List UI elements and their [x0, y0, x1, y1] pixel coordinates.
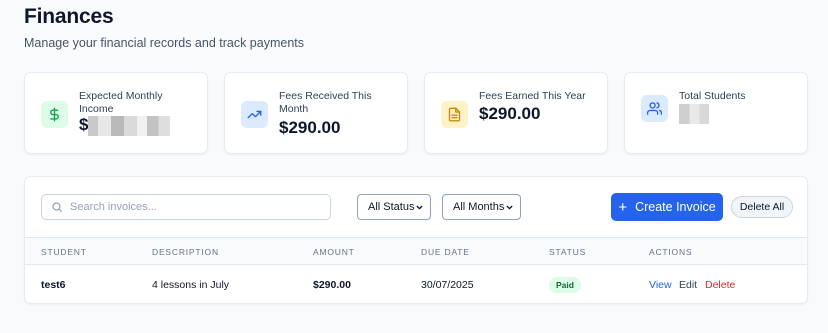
stat-card-fees-received-month: Fees Received This Month $290.00 — [224, 72, 408, 154]
column-header-description: DESCRIPTION — [152, 247, 219, 257]
stat-value-prefix: $ — [79, 115, 89, 134]
redacted-value — [88, 115, 171, 136]
cell-description: 4 lessons in July — [152, 279, 230, 291]
stat-card-fees-earned-year: Fees Earned This Year $290.00 — [424, 72, 608, 154]
status-filter-value: All Status — [368, 201, 415, 213]
column-header-due-date: DUE DATE — [421, 247, 470, 257]
table-row: test6 4 lessons in July $290.00 30/07/20… — [25, 265, 807, 303]
view-link[interactable]: View — [649, 279, 672, 291]
cell-student: test6 — [41, 279, 66, 291]
page-subtitle: Manage your financial records and track … — [24, 36, 305, 50]
stat-value: $290.00 — [479, 104, 541, 123]
stat-value: $ — [79, 115, 171, 136]
cell-due-date: 30/07/2025 — [421, 279, 474, 291]
edit-link[interactable]: Edit — [679, 279, 697, 291]
chevron-down-icon — [505, 203, 514, 212]
search-box[interactable] — [41, 194, 331, 220]
stat-label: Total Students — [679, 90, 746, 102]
dollar-icon — [41, 101, 68, 128]
stat-value: $290.00 — [279, 118, 341, 137]
document-icon — [441, 101, 468, 128]
users-icon — [641, 95, 668, 122]
column-header-actions: ACTIONS — [649, 247, 693, 257]
redacted-value — [679, 104, 709, 124]
create-invoice-button[interactable]: + Create Invoice — [611, 193, 723, 221]
column-header-status: STATUS — [549, 247, 587, 257]
page-title: Finances — [24, 5, 114, 28]
stat-value — [679, 104, 709, 129]
column-header-amount: AMOUNT — [313, 247, 355, 257]
stat-label: Fees Received This Month — [279, 90, 372, 115]
search-input[interactable] — [70, 201, 320, 213]
search-icon — [51, 201, 63, 213]
status-badge: Paid — [549, 277, 581, 293]
status-filter-select[interactable]: All Status — [357, 194, 431, 220]
create-invoice-label: Create Invoice — [635, 200, 716, 214]
delete-link[interactable]: Delete — [705, 279, 735, 291]
month-filter-select[interactable]: All Months — [442, 194, 521, 220]
stat-card-total-students: Total Students — [624, 72, 808, 154]
chevron-down-icon — [415, 203, 424, 212]
stat-label: Expected Monthly Income — [79, 90, 163, 115]
stat-label: Fees Earned This Year — [479, 90, 586, 102]
column-header-student: STUDENT — [41, 247, 87, 257]
month-filter-value: All Months — [453, 201, 505, 213]
trending-up-icon — [241, 101, 268, 128]
delete-all-button[interactable]: Delete All — [731, 196, 793, 218]
plus-icon: + — [618, 198, 628, 216]
stat-card-expected-income: Expected Monthly Income $ — [24, 72, 208, 154]
cell-amount: $290.00 — [313, 279, 351, 291]
invoices-panel: All Status All Months + Create Invoice D… — [24, 176, 808, 304]
table-header: STUDENT DESCRIPTION AMOUNT DUE DATE STAT… — [25, 237, 807, 265]
